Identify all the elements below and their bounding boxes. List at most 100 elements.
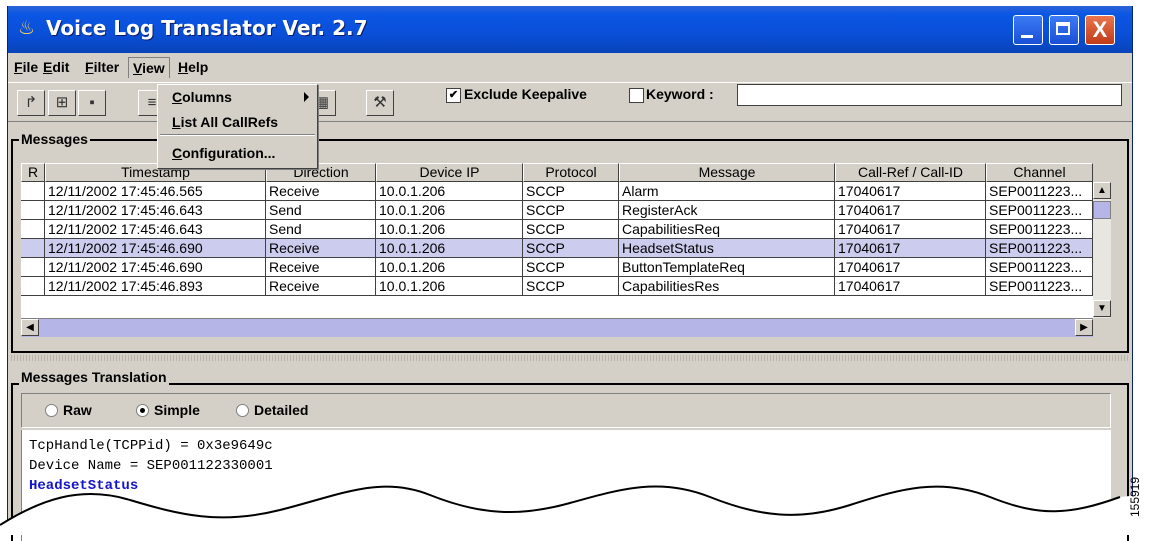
table-cell: SCCP <box>523 277 619 296</box>
menu-item-list-all-callrefs[interactable]: List All CallRefs <box>172 114 278 130</box>
split-pane-divider[interactable] <box>11 355 1129 361</box>
menu-file[interactable]: File <box>10 57 42 78</box>
scroll-right-button[interactable]: ▶ <box>1075 319 1093 336</box>
add-file-button[interactable]: ⊞ <box>48 90 76 116</box>
mnemonic: L <box>172 114 181 130</box>
table-cell: 12/11/2002 17:45:46.643 <box>45 201 266 220</box>
radio-simple[interactable] <box>136 404 149 417</box>
menu-item-columns[interactable]: Columns <box>172 89 232 105</box>
table-row[interactable]: 12/11/2002 17:45:46.690 Receive 10.0.1.206… <box>21 258 1093 277</box>
scroll-left-button[interactable]: ◀ <box>21 319 39 336</box>
table-cell: 17040617 <box>835 220 986 239</box>
radio-label-simple[interactable]: Simple <box>154 402 200 418</box>
menu-item-label: onfiguration... <box>182 145 276 161</box>
column-header[interactable]: Call-Ref / Call-ID <box>835 163 986 182</box>
radio-label-detailed[interactable]: Detailed <box>254 402 308 418</box>
table-cell <box>21 258 45 277</box>
maximize-button[interactable] <box>1049 15 1079 45</box>
scroll-down-button[interactable]: ▼ <box>1093 300 1111 317</box>
table-cell: SCCP <box>523 220 619 239</box>
column-header[interactable]: Message <box>619 163 835 182</box>
table-cell: 17040617 <box>835 277 986 296</box>
table-cell <box>21 201 45 220</box>
close-button[interactable]: X <box>1085 15 1115 45</box>
table-cell: SCCP <box>523 239 619 258</box>
table-cell: 10.0.1.206 <box>376 201 523 220</box>
menu-help[interactable]: Help <box>174 57 212 78</box>
column-header[interactable]: R <box>21 163 45 182</box>
column-header[interactable]: Protocol <box>523 163 619 182</box>
exclude-keepalive-checkbox[interactable]: ✔ <box>446 88 461 103</box>
save-button[interactable]: ▪ <box>78 90 106 116</box>
table-row[interactable]: 12/11/2002 17:45:46.643 Send 10.0.1.206 SCC… <box>21 220 1093 239</box>
app-icon: ♨ <box>18 18 36 39</box>
minimize-button[interactable] <box>1013 15 1043 45</box>
radio-raw[interactable] <box>45 404 58 417</box>
table-cell: Receive <box>266 258 376 277</box>
scrollbar-corner <box>1093 318 1111 337</box>
menu-item-configuration[interactable]: Configuration... <box>172 145 275 161</box>
table-cell <box>21 277 45 296</box>
radio-label-raw[interactable]: Raw <box>63 402 92 418</box>
table-cell: RegisterAck <box>619 201 835 220</box>
table-cell: Send <box>266 201 376 220</box>
table-row[interactable]: 12/11/2002 17:45:46.690 Receive 10.0.1.206… <box>21 239 1093 258</box>
mnemonic: C <box>172 145 183 161</box>
table-cell: 10.0.1.206 <box>376 258 523 277</box>
table-cell: SCCP <box>523 258 619 277</box>
exclude-keepalive-label: Exclude Keepalive <box>464 86 587 102</box>
table-cell: 17040617 <box>835 182 986 201</box>
vertical-scroll-thumb[interactable] <box>1093 201 1111 219</box>
table-cell: Receive <box>266 239 376 258</box>
table-cell: Receive <box>266 182 376 201</box>
menu-item-label: olumns <box>182 89 232 105</box>
menu-edit[interactable]: Edit <box>39 57 73 78</box>
column-header[interactable]: Channel <box>986 163 1093 182</box>
menu-view[interactable]: View <box>128 57 170 78</box>
table-cell <box>21 239 45 258</box>
radio-detailed[interactable] <box>236 404 249 417</box>
table-cell: SEP0011223... <box>986 201 1093 220</box>
table-cell: 12/11/2002 17:45:46.690 <box>45 258 266 277</box>
submenu-arrow-icon <box>304 92 309 102</box>
keyword-input[interactable] <box>737 84 1122 106</box>
save-icon: ▪ <box>89 94 95 111</box>
table-cell <box>21 220 45 239</box>
table-cell: 10.0.1.206 <box>376 220 523 239</box>
scroll-up-button[interactable]: ▲ <box>1093 182 1111 199</box>
table-cell <box>21 182 45 201</box>
messages-panel-title: Messages <box>19 131 90 147</box>
table-cell: SCCP <box>523 201 619 220</box>
title-bar[interactable]: ♨ Voice Log Translator Ver. 2.7 X <box>8 6 1132 53</box>
menu-item-label: ist All CallRefs <box>180 114 279 130</box>
menu-label: ile <box>22 59 39 75</box>
hammer-button[interactable]: ⚒ <box>366 90 394 116</box>
mnemonic: C <box>172 89 183 105</box>
table-cell: HeadsetStatus <box>619 239 835 258</box>
close-icon: X <box>1092 17 1108 42</box>
column-header[interactable]: Device IP <box>376 163 523 182</box>
table-cell: SEP0011223... <box>986 258 1093 277</box>
add-file-icon: ⊞ <box>55 94 69 111</box>
open-file-button[interactable]: ↱ <box>17 90 45 116</box>
keyword-label: Keyword : <box>646 86 714 102</box>
menu-filter[interactable]: Filter <box>81 57 123 78</box>
figure-number-text: 155919 <box>1128 476 1143 518</box>
table-cell: SEP0011223... <box>986 239 1093 258</box>
menu-label: ilter <box>93 59 120 75</box>
menu-label: iew <box>142 60 165 76</box>
table-cell: 12/11/2002 17:45:46.565 <box>45 182 266 201</box>
horizontal-scrollbar[interactable] <box>21 318 1093 337</box>
table-cell: 17040617 <box>835 201 986 220</box>
table-row[interactable]: 12/11/2002 17:45:46.643 Send 10.0.1.206 SCC… <box>21 201 1093 220</box>
table-cell: CapabilitiesReq <box>619 220 835 239</box>
table-row[interactable]: 12/11/2002 17:45:46.565 Receive 10.0.1.206… <box>21 182 1093 201</box>
keyword-checkbox[interactable] <box>629 88 644 103</box>
table-cell: 10.0.1.206 <box>376 182 523 201</box>
table-cell: SEP0011223... <box>986 220 1093 239</box>
table-cell: Send <box>266 220 376 239</box>
view-menu-dropdown: Columns List All CallRefs Configuration.… <box>157 84 318 169</box>
hammer-icon: ⚒ <box>373 94 387 111</box>
table-row[interactable]: 12/11/2002 17:45:46.893 Receive 10.0.1.206… <box>21 277 1093 296</box>
table-cell: Receive <box>266 277 376 296</box>
